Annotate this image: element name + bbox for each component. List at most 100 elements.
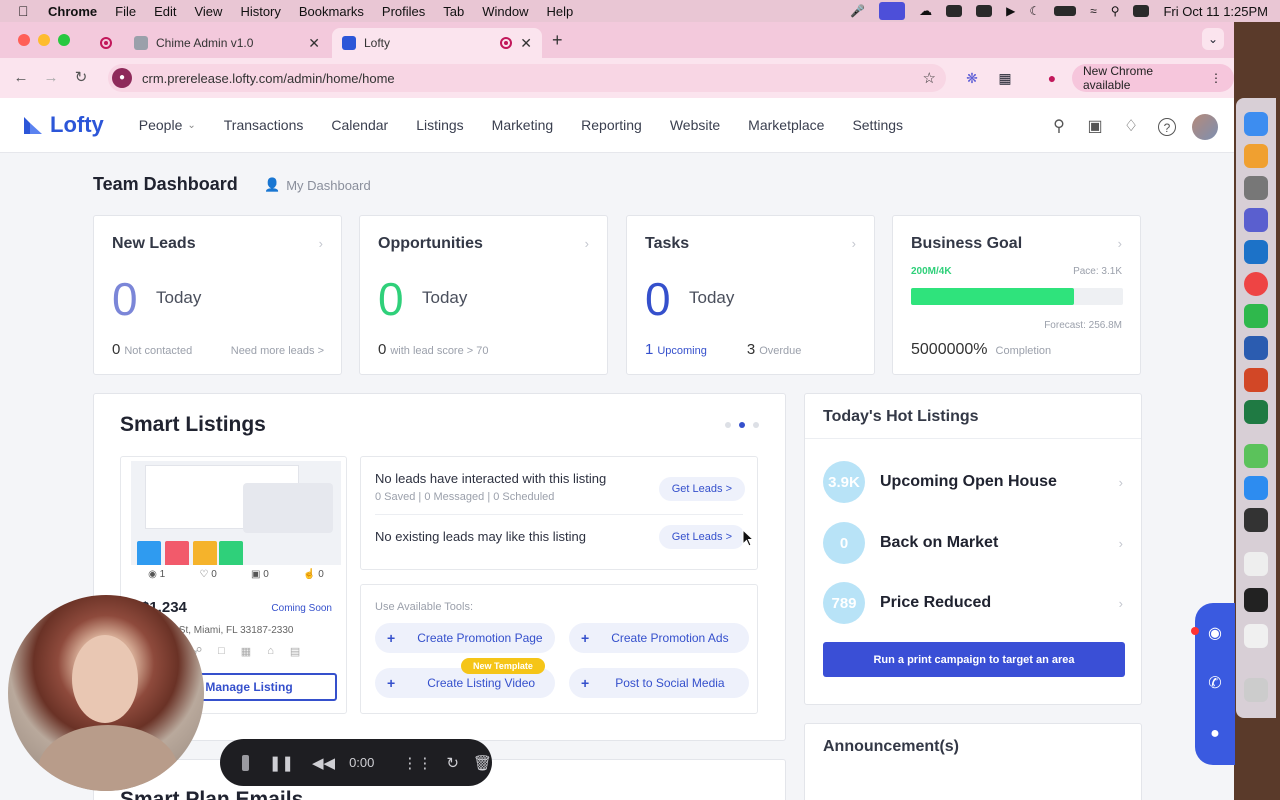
nav-marketing[interactable]: Marketing bbox=[492, 117, 553, 133]
document-icon[interactable] bbox=[1244, 552, 1268, 576]
chevron-right-icon[interactable]: › bbox=[1118, 236, 1122, 251]
nav-website[interactable]: Website bbox=[670, 117, 720, 133]
phone-icon[interactable]: ✆ bbox=[1205, 673, 1225, 693]
menu-chrome[interactable]: Chrome bbox=[48, 4, 97, 19]
stop-icon[interactable] bbox=[242, 754, 249, 771]
url-text[interactable]: crm.prerelease.lofty.com/admin/home/home bbox=[142, 71, 395, 86]
carousel-dot[interactable] bbox=[725, 422, 731, 428]
zoom-window-button[interactable] bbox=[58, 34, 70, 46]
carousel-dot[interactable] bbox=[739, 422, 745, 428]
create-promotion-ads-button[interactable]: + Create Promotion Ads bbox=[569, 623, 749, 653]
outlook-icon[interactable] bbox=[1244, 240, 1268, 264]
avatar[interactable] bbox=[1192, 114, 1218, 140]
create-promotion-page-button[interactable]: + Create Promotion Page bbox=[375, 623, 555, 653]
nav-listings[interactable]: Listings bbox=[416, 117, 463, 133]
bookmark-star-icon[interactable]: ☆ bbox=[923, 69, 936, 87]
control-center-icon[interactable] bbox=[1133, 5, 1150, 17]
menu-view[interactable]: View bbox=[194, 4, 222, 19]
nav-settings[interactable]: Settings bbox=[852, 117, 903, 133]
print-icon[interactable]: ▦ bbox=[241, 645, 251, 658]
chevron-right-icon[interactable]: › bbox=[1119, 475, 1123, 490]
trash-icon[interactable]: 🗑 bbox=[473, 754, 492, 772]
notes-icon[interactable] bbox=[1244, 624, 1268, 648]
menu-file[interactable]: File bbox=[115, 4, 136, 19]
carousel-dot[interactable] bbox=[753, 422, 759, 428]
menu-tab[interactable]: Tab bbox=[443, 4, 464, 19]
hot-listing-price-reduced[interactable]: 789 Price Reduced › bbox=[823, 582, 1123, 624]
inbox-icon[interactable]: ▣ bbox=[1086, 118, 1104, 136]
business-goal-card[interactable]: Business Goal › 200M/4K Pace: 3.1K Forec… bbox=[892, 215, 1141, 375]
camtasia-icon[interactable] bbox=[1244, 304, 1268, 328]
screenshot-icon[interactable] bbox=[1244, 588, 1268, 612]
message-icon[interactable]: ● bbox=[1205, 725, 1225, 745]
post-to-social-media-button[interactable]: + Post to Social Media bbox=[569, 668, 749, 698]
nav-people[interactable]: People ⌄ bbox=[139, 117, 196, 133]
site-info-icon[interactable]: ● bbox=[112, 68, 132, 88]
home-icon[interactable]: ⌂ bbox=[267, 645, 274, 658]
chrome-icon[interactable] bbox=[1244, 272, 1268, 296]
battery-icon[interactable] bbox=[1054, 6, 1077, 16]
webcam-overlay[interactable] bbox=[8, 595, 204, 791]
more-menu-icon[interactable]: ⋮ bbox=[1210, 71, 1222, 85]
hot-listing-upcoming-open-house[interactable]: 3.9K Upcoming Open House › bbox=[823, 461, 1123, 503]
menu-edit[interactable]: Edit bbox=[154, 4, 176, 19]
tasks-card[interactable]: Tasks › 0 Today 1 Upcoming 3 Overdue bbox=[626, 215, 875, 375]
menu-help[interactable]: Help bbox=[547, 4, 574, 19]
calendar-icon[interactable] bbox=[976, 5, 993, 17]
clock[interactable]: Fri Oct 11 1:25PM bbox=[1163, 4, 1268, 19]
profile-icon[interactable]: ● bbox=[1044, 70, 1060, 86]
chevron-right-icon[interactable]: › bbox=[1119, 536, 1123, 551]
help-icon[interactable]: ? bbox=[1158, 118, 1176, 136]
upcoming-count[interactable]: 1 bbox=[645, 341, 653, 358]
need-more-leads-link[interactable]: Need more leads > bbox=[231, 345, 324, 357]
zoom-icon[interactable] bbox=[1244, 476, 1268, 500]
upcoming-label[interactable]: Upcoming bbox=[657, 345, 707, 357]
chevron-right-icon[interactable]: › bbox=[1119, 596, 1123, 611]
my-dashboard-link[interactable]: 👤 My Dashboard bbox=[264, 177, 371, 193]
close-tab-icon[interactable]: ✕ bbox=[308, 35, 320, 52]
new-tab-button[interactable]: + bbox=[552, 30, 563, 51]
word-icon[interactable] bbox=[1244, 336, 1268, 360]
screen-record-icon[interactable] bbox=[879, 2, 906, 20]
more-icon[interactable]: ▤ bbox=[290, 645, 300, 658]
forward-icon[interactable]: → bbox=[42, 69, 60, 87]
minimize-window-button[interactable] bbox=[38, 34, 50, 46]
finder-icon[interactable] bbox=[1244, 112, 1268, 136]
menu-profiles[interactable]: Profiles bbox=[382, 4, 425, 19]
get-leads-button[interactable]: Get Leads > bbox=[658, 477, 745, 501]
search-icon[interactable]: ⚲ bbox=[1050, 118, 1068, 136]
microphone-icon[interactable]: 🎤 bbox=[850, 4, 865, 18]
launchpad-icon[interactable] bbox=[1244, 144, 1268, 168]
chevron-right-icon[interactable]: › bbox=[852, 236, 856, 251]
new-leads-card[interactable]: New Leads › 0 Today 0 Not contacted Need… bbox=[93, 215, 342, 375]
lofty-logo[interactable]: Lofty bbox=[22, 112, 104, 138]
menu-window[interactable]: Window bbox=[482, 4, 528, 19]
opportunities-card[interactable]: Opportunities › 0 Today 0 with lead scor… bbox=[359, 215, 608, 375]
extension-icon[interactable]: ❋ bbox=[964, 70, 980, 86]
restart-icon[interactable]: ↻ bbox=[446, 754, 459, 772]
teams-icon[interactable] bbox=[1244, 208, 1268, 232]
system-settings-icon[interactable] bbox=[1244, 176, 1268, 200]
close-window-button[interactable] bbox=[18, 34, 30, 46]
chat-bot-icon[interactable]: ◉ bbox=[1205, 623, 1225, 643]
rewind-icon[interactable]: ◀◀ bbox=[312, 754, 335, 772]
play-icon[interactable]: ▶ bbox=[1006, 4, 1015, 18]
tab-chime-admin[interactable]: Chime Admin v1.0 ✕ bbox=[90, 28, 330, 58]
camera-icon[interactable] bbox=[1244, 508, 1268, 532]
moon-icon[interactable]: ☾ bbox=[1029, 4, 1040, 18]
trash-icon[interactable] bbox=[1244, 678, 1268, 702]
drag-handle-icon[interactable]: ⋮⋮ bbox=[402, 754, 432, 772]
tab-search-icon[interactable]: ⌄ bbox=[1202, 28, 1224, 50]
tab-lofty[interactable]: Lofty ✕ bbox=[332, 28, 542, 58]
pause-icon[interactable]: ❚❚ bbox=[269, 754, 294, 772]
get-leads-button[interactable]: Get Leads > bbox=[658, 525, 745, 549]
hot-listing-back-on-market[interactable]: 0 Back on Market › bbox=[823, 522, 1123, 564]
listing-thumbnail[interactable] bbox=[131, 461, 341, 565]
excel-icon[interactable] bbox=[1244, 400, 1268, 424]
back-icon[interactable]: ← bbox=[12, 69, 30, 87]
address-bar[interactable]: ● crm.prerelease.lofty.com/admin/home/ho… bbox=[108, 64, 946, 92]
new-chrome-available-button[interactable]: New Chrome available ⋮ bbox=[1072, 64, 1234, 92]
spotlight-search-icon[interactable]: ⚲ bbox=[1111, 4, 1120, 18]
overdue-label[interactable]: Overdue bbox=[759, 345, 801, 357]
nav-marketplace[interactable]: Marketplace bbox=[748, 117, 824, 133]
